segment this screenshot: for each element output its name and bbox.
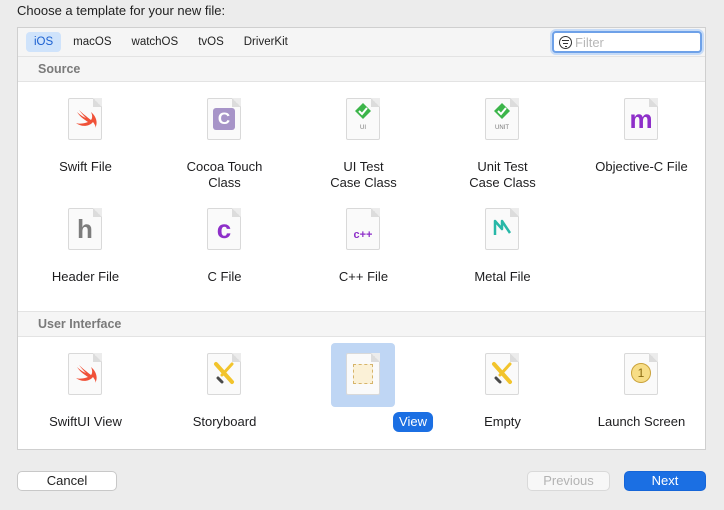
template-c-file[interactable]: c C File [155,198,294,298]
c-icon: c [207,208,241,250]
previous-button[interactable]: Previous [527,471,610,491]
template-label: Unit Test Case Class [469,159,536,190]
template-label: Storyboard [192,414,257,429]
storyboard-icon [207,353,241,395]
template-label: Header File [51,269,120,284]
checkmark-icon: UI [346,98,380,140]
template-cocoa-touch-class[interactable]: C Cocoa Touch Class [155,88,294,198]
platform-tab-bar: iOS macOS watchOS tvOS DriverKit [18,28,705,57]
storyboard-icon [485,353,519,395]
template-label: C File [207,269,242,284]
template-unit-test-case-class[interactable]: UNIT Unit Test Case Class [433,88,572,198]
checkmark-icon: UNIT [485,98,519,140]
selected-highlight [331,343,395,407]
template-storyboard[interactable]: Storyboard [155,343,294,443]
template-label: Empty [484,414,521,429]
template-metal-file[interactable]: Metal File [433,198,572,298]
template-label: C++ File [338,269,389,284]
template-objective-c-file[interactable]: m Objective-C File [572,88,711,198]
launch-screen-icon: 1 [624,353,658,395]
swift-icon [68,98,102,140]
next-button[interactable]: Next [624,471,706,491]
filter-field[interactable] [552,31,702,53]
template-empty[interactable]: Empty [433,343,572,443]
dialog-title: Choose a template for your new file: [17,3,226,18]
template-label: Launch Screen [597,414,686,429]
m-icon: m [624,98,658,140]
template-label-selected: View [393,412,433,432]
template-label: SwiftUI View [49,414,122,429]
template-label: Swift File [59,159,112,174]
c-badge-icon: C [207,98,241,140]
tab-driverkit[interactable]: DriverKit [236,32,296,52]
cpp-icon: c++ [346,208,380,250]
template-ui-test-case-class[interactable]: UI UI Test Case Class [294,88,433,198]
filter-icon [559,36,572,49]
template-swift-file[interactable]: Swift File [16,88,155,198]
h-icon: h [68,208,102,250]
template-launch-screen[interactable]: 1 Launch Screen [572,343,711,443]
section-header-user-interface: User Interface [18,311,705,337]
swift-icon [68,353,102,395]
cancel-button[interactable]: Cancel [17,471,117,491]
section-header-source: Source [18,56,705,82]
template-label: Objective-C File [595,159,688,174]
view-icon [346,353,380,395]
template-view[interactable]: View [294,343,433,443]
tab-watchos[interactable]: watchOS [124,32,187,52]
metal-icon [485,208,519,250]
tab-macos[interactable]: macOS [65,32,119,52]
filter-input[interactable] [575,34,695,51]
tab-tvos[interactable]: tvOS [190,32,232,52]
template-cpp-file[interactable]: c++ C++ File [294,198,433,298]
template-label: Metal File [474,269,531,284]
template-label: UI Test Case Class [330,159,397,190]
template-header-file[interactable]: h Header File [16,198,155,298]
template-label: Cocoa Touch Class [186,159,263,190]
tab-ios[interactable]: iOS [26,32,62,52]
template-swiftui-view[interactable]: SwiftUI View [16,343,155,443]
template-browser: iOS macOS watchOS tvOS DriverKit Source [17,27,706,450]
